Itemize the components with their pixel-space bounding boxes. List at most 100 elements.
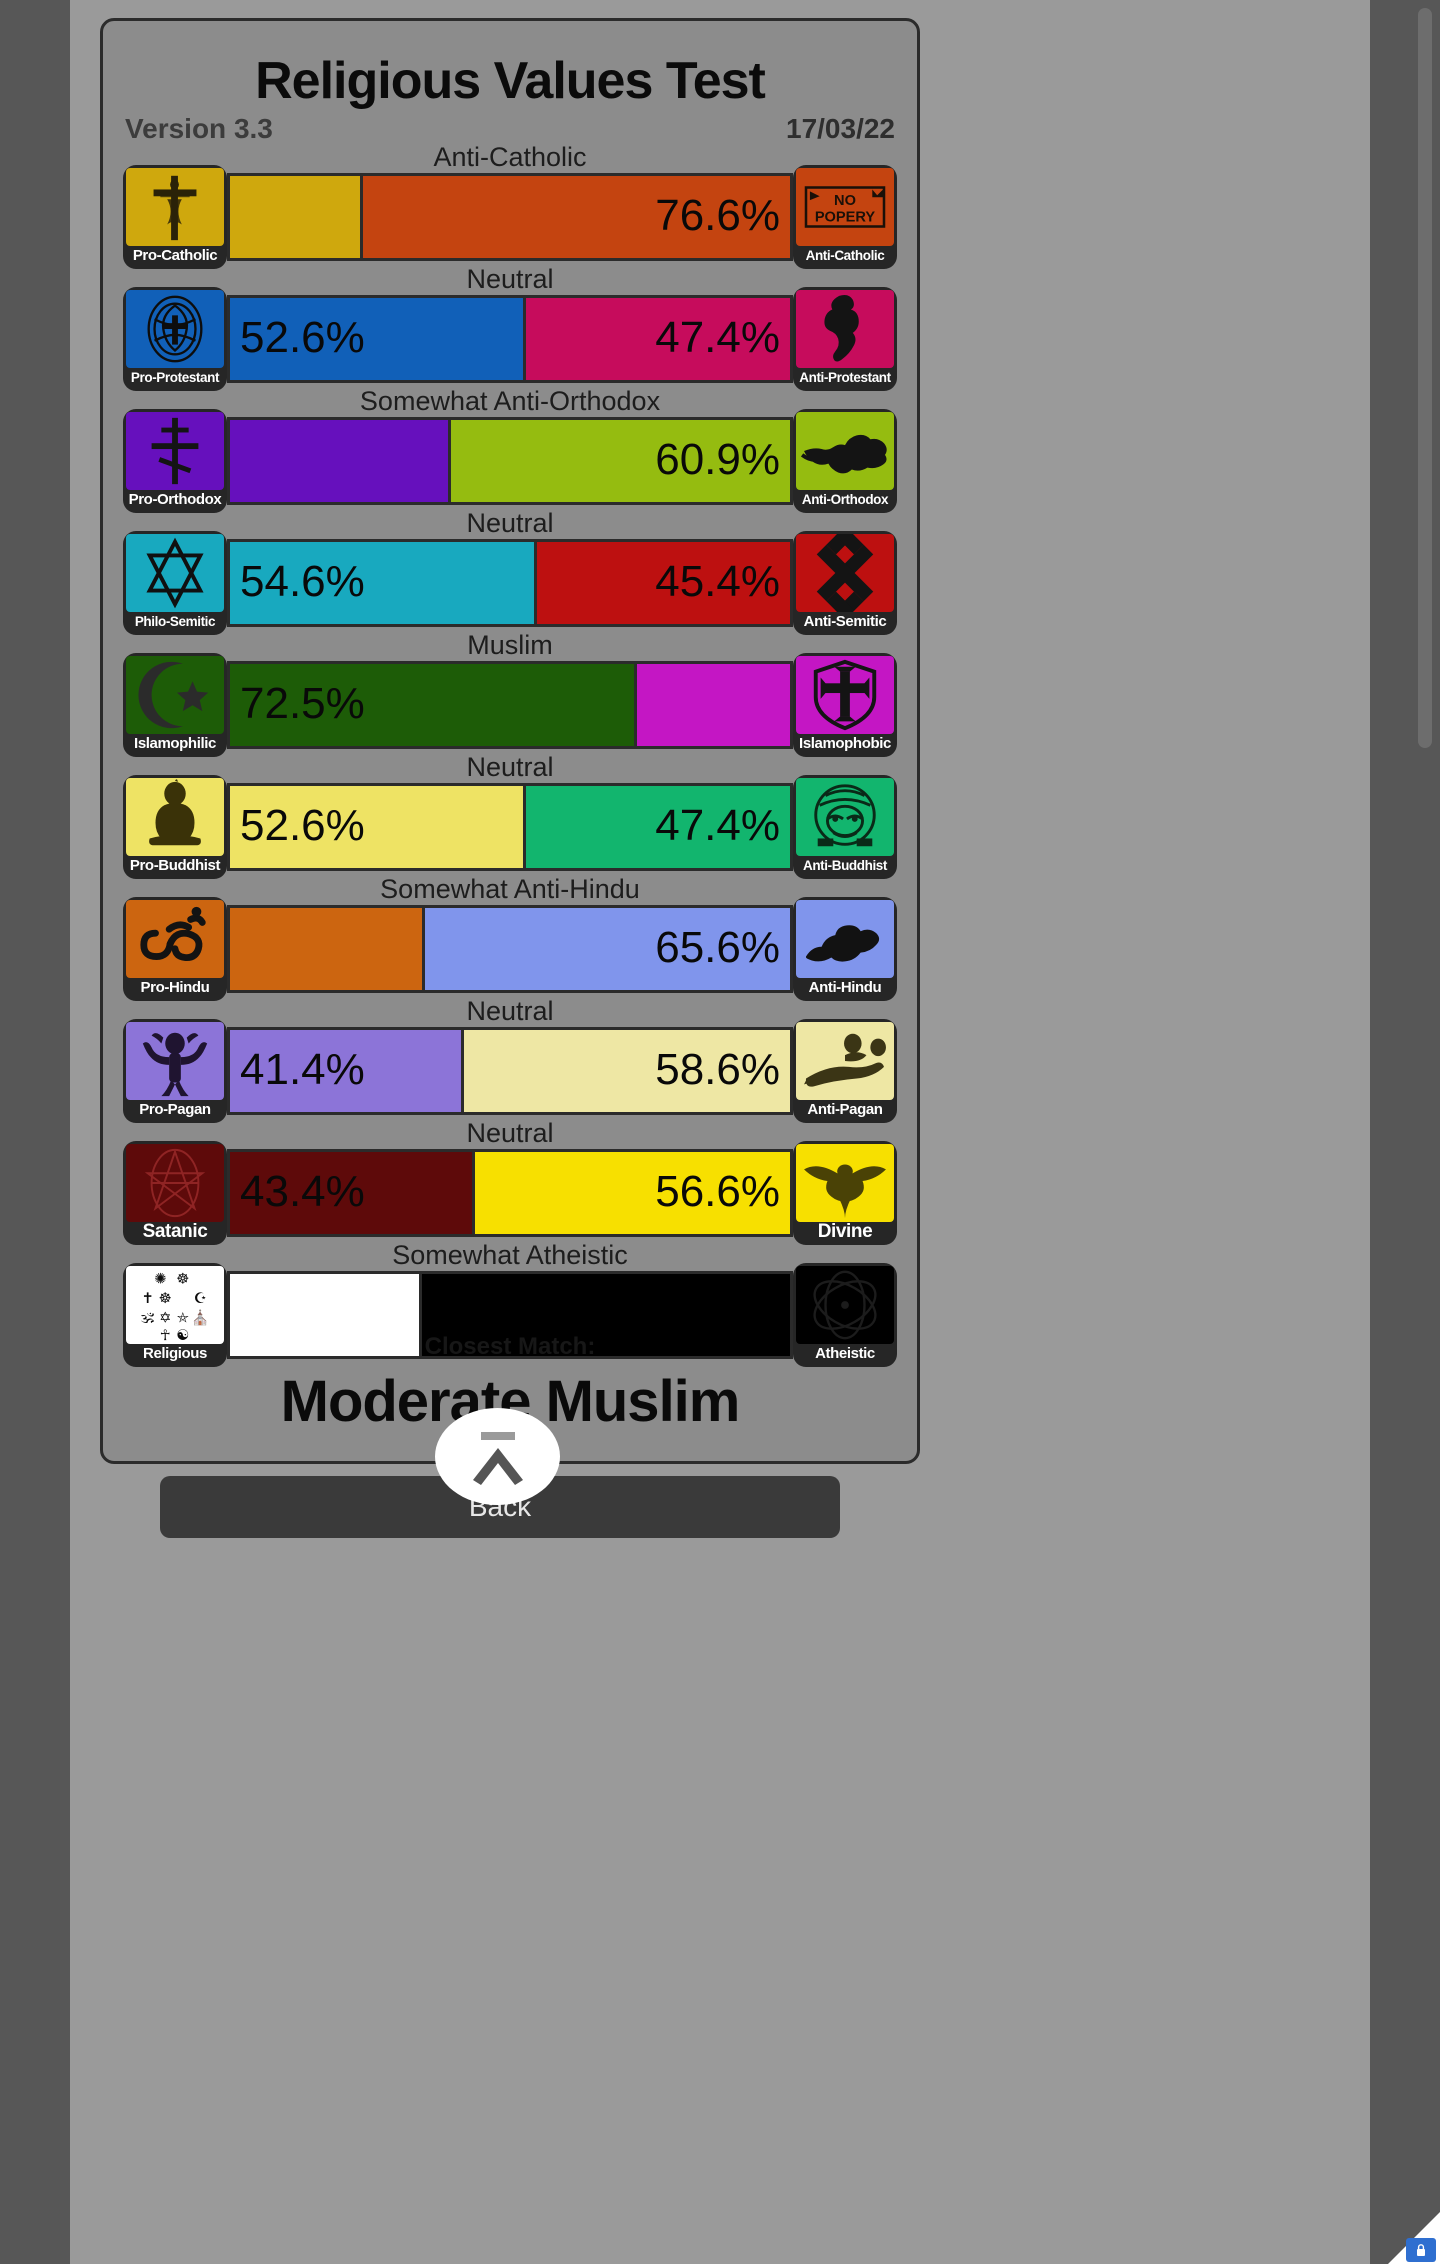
- crucifix-icon: [126, 168, 224, 246]
- bar-segment-left: 72.5%: [230, 664, 634, 746]
- right-pole-badge[interactable]: NO POPERY Anti-Catholic: [793, 165, 897, 269]
- left-pole-badge[interactable]: Pro-Pagan: [123, 1019, 227, 1123]
- svg-text:✡: ✡: [159, 1310, 171, 1327]
- axis-row: Neutral 43.4% 56.6% Satanic Divine: [103, 1119, 917, 1241]
- bar-value-right: 47.4%: [655, 313, 780, 363]
- page-title: Religious Values Test: [103, 55, 917, 107]
- left-pole-badge[interactable]: Pro-Protestant: [123, 287, 227, 391]
- bar-value-right: 60.9%: [655, 435, 780, 485]
- left-pole-badge[interactable]: Islamophilic: [123, 653, 227, 757]
- left-pole-badge[interactable]: Pro-Hindu: [123, 897, 227, 1001]
- axis-row-body: 76.6% Pro-Catholic NO POPERY Anti-Catholic: [123, 169, 897, 265]
- left-pole-badge[interactable]: Pro-Orthodox: [123, 409, 227, 513]
- diverging-bar: 60.9%: [227, 417, 793, 505]
- world-religions-icon: ✺ ☸ ✝ ☸ ௥ ☪ 🕉 ✡ ⛤ ⛪ ☥ ☯: [126, 1266, 224, 1344]
- right-pole-badge[interactable]: Anti-Hindu: [793, 897, 897, 1001]
- bar-segment-left: 41.4%: [230, 1030, 461, 1112]
- scroll-to-top-button[interactable]: [435, 1408, 560, 1505]
- right-pole-label: Anti-Buddhist: [793, 854, 897, 878]
- bar-segment-right: 56.6%: [475, 1152, 790, 1234]
- bar-value-left: 52.6%: [240, 801, 365, 851]
- bar-segment-right: 45.4%: [537, 542, 790, 624]
- bar-segment-left: 54.6%: [230, 542, 534, 624]
- bar-value-right: 45.4%: [655, 557, 780, 607]
- bar-value-left: 52.6%: [240, 313, 365, 363]
- bar-value-right: 65.6%: [655, 923, 780, 973]
- star-and-crescent-icon: [126, 656, 224, 734]
- axis-row-caption: Neutral: [103, 997, 917, 1025]
- axis-row-body: 54.6% 45.4% Philo-Semitic Anti-Semitic: [123, 535, 897, 631]
- right-pole-badge[interactable]: Anti-Pagan: [793, 1019, 897, 1123]
- axis-row: Muslim 72.5% Islamophilic Islamophobic: [103, 631, 917, 753]
- bar-segment-right: 58.6%: [464, 1030, 790, 1112]
- right-pole-badge[interactable]: Anti-Buddhist: [793, 775, 897, 879]
- diverging-bar: 54.6% 45.4%: [227, 539, 793, 627]
- bar-segment-left: 52.6%: [230, 298, 523, 380]
- right-pole-badge[interactable]: Islamophobic: [793, 653, 897, 757]
- axis-row-body: 52.6% 47.4% Pro-Protestant Anti-Protestant: [123, 291, 897, 387]
- svg-text:POPERY: POPERY: [815, 210, 876, 226]
- bar-segment-left: [230, 176, 360, 258]
- left-pole-badge[interactable]: Pro-Buddhist: [123, 775, 227, 879]
- diverging-bar: 72.5%: [227, 661, 793, 749]
- vertical-scrollbar[interactable]: [1418, 8, 1432, 748]
- right-pole-badge[interactable]: Divine: [793, 1141, 897, 1245]
- diverging-bar: 43.4% 56.6%: [227, 1149, 793, 1237]
- om-icon: [126, 900, 224, 978]
- fallen-statue-icon: [796, 1022, 894, 1100]
- atheist-atom-icon: [796, 1266, 894, 1344]
- balkans-map-icon: [796, 412, 894, 490]
- axis-row-body: 72.5% Islamophilic Islamophobic: [123, 657, 897, 753]
- svg-text:⛤: ⛤: [177, 1310, 189, 1327]
- right-pole-badge[interactable]: Atheistic: [793, 1263, 897, 1367]
- axis-row-caption: Somewhat Anti-Orthodox: [103, 387, 917, 415]
- axis-row: Somewhat Anti-Hindu 65.6% Pro-Hindu Anti-Hi…: [103, 875, 917, 997]
- crusader-shield-icon: [796, 656, 894, 734]
- bar-segment-right: 47.4%: [526, 298, 790, 380]
- svg-text:⛪: ⛪: [191, 1309, 209, 1327]
- left-pole-badge[interactable]: Pro-Catholic: [123, 165, 227, 269]
- left-pole-label: Pro-Buddhist: [123, 854, 227, 878]
- right-pole-label: Anti-Pagan: [793, 1098, 897, 1122]
- axis-row-caption: Neutral: [103, 509, 917, 537]
- no-popery-sign-icon: NO POPERY: [796, 168, 894, 246]
- left-pole-label: Pro-Pagan: [123, 1098, 227, 1122]
- bar-value-right: 56.6%: [655, 1167, 780, 1217]
- right-pole-badge[interactable]: Anti-Orthodox: [793, 409, 897, 513]
- left-pole-badge[interactable]: Satanic: [123, 1141, 227, 1245]
- left-pole-badge[interactable]: Philo-Semitic: [123, 531, 227, 635]
- bar-segment-right: 47.4%: [526, 786, 790, 868]
- corner-indicator[interactable]: [1378, 2202, 1440, 2264]
- korea-map-icon: [796, 290, 894, 368]
- svg-text:🕉: 🕉: [141, 1310, 155, 1327]
- right-pole-badge[interactable]: Anti-Protestant: [793, 287, 897, 391]
- svg-text:✝: ✝: [142, 1290, 154, 1307]
- axis-row-caption: Neutral: [103, 265, 917, 293]
- diverging-bar: 52.6% 47.4%: [227, 783, 793, 871]
- bar-segment-left: [230, 420, 448, 502]
- bar-segment-right: 65.6%: [425, 908, 790, 990]
- luther-rose-icon: [126, 290, 224, 368]
- left-pole-label: Pro-Hindu: [123, 976, 227, 1000]
- axis-row: Anti-Catholic 76.6% Pro-Catholic NO POPERY An…: [103, 143, 917, 265]
- axis-row-body: 60.9% Pro-Orthodox Anti-Orthodox: [123, 413, 897, 509]
- right-pole-badge[interactable]: Anti-Semitic: [793, 531, 897, 635]
- corner-blue-badge: [1406, 2238, 1436, 2262]
- left-pole-label: Islamophilic: [123, 732, 227, 756]
- right-pole-label: Anti-Catholic: [793, 244, 897, 268]
- axis-row: Neutral 54.6% 45.4% Philo-Semitic Anti-Semit…: [103, 509, 917, 631]
- right-pole-label: Divine: [793, 1220, 897, 1244]
- diverging-bar: 41.4% 58.6%: [227, 1027, 793, 1115]
- bar-value-right: 58.6%: [655, 1045, 780, 1095]
- axis-row: Somewhat Anti-Orthodox 60.9% Pro-Orthodox A…: [103, 387, 917, 509]
- right-pole-label: Anti-Orthodox: [793, 488, 897, 512]
- bar-segment-right: [637, 664, 790, 746]
- right-pole-label: Anti-Semitic: [793, 610, 897, 634]
- hindu-deity-icon: [796, 778, 894, 856]
- svg-text:✺: ✺: [154, 1271, 166, 1288]
- left-pole-badge[interactable]: ✺ ☸ ✝ ☸ ௥ ☪ 🕉 ✡ ⛤ ⛪ ☥ ☯ Religious: [123, 1263, 227, 1367]
- left-pole-label: Religious: [123, 1342, 227, 1366]
- buddha-icon: [126, 778, 224, 856]
- left-pole-label: Philo-Semitic: [123, 610, 227, 634]
- bar-segment-left: 52.6%: [230, 786, 523, 868]
